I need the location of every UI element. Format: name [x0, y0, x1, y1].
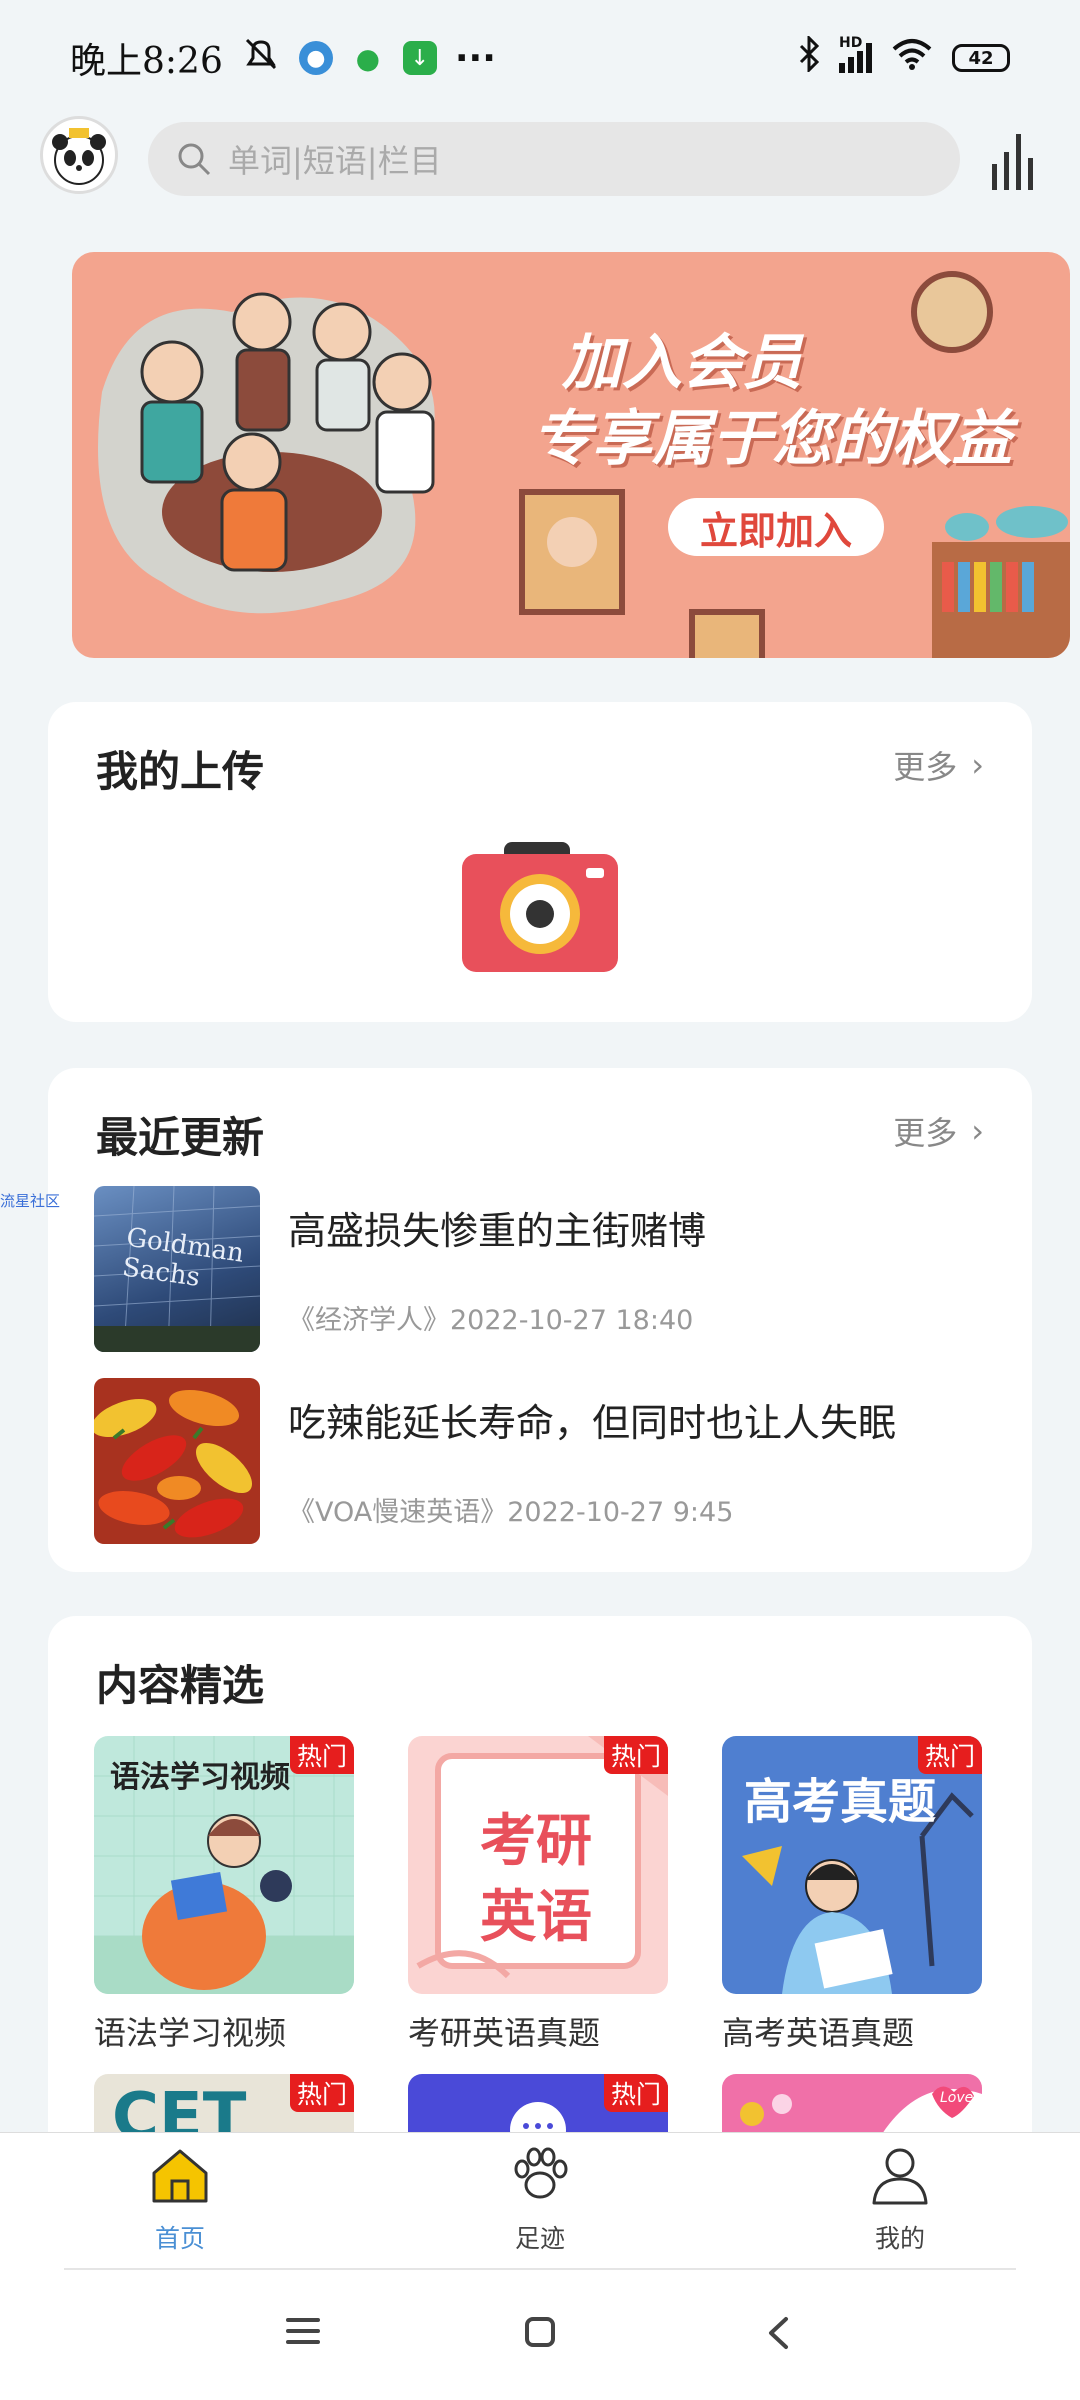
recent-more-label: 更多: [893, 1114, 958, 1152]
uploads-more-link[interactable]: 更多 ›: [893, 742, 984, 788]
nav-mine[interactable]: 我的: [840, 2145, 960, 2255]
mute-icon: [241, 36, 281, 81]
battery-indicator: 42: [952, 44, 1010, 72]
nav-footprints[interactable]: 足迹: [480, 2145, 600, 2255]
hot-badge: 热门: [604, 1736, 668, 1774]
search-bar[interactable]: 单词|短语|栏目: [148, 122, 960, 196]
hot-badge: 热门: [290, 1736, 354, 1774]
tile-image: 高考真题 热门: [722, 1736, 982, 1994]
bluetooth-icon: [797, 33, 821, 81]
featured-tile-gaokao[interactable]: 高考真题 热门 高考英语真题: [722, 1736, 982, 2054]
tile-art-text: CET: [112, 2080, 247, 2134]
tile-image: 考研 英语 热门: [408, 1736, 668, 1994]
news-thumbnail: [94, 1378, 260, 1544]
system-navigation-bar: [0, 2272, 1080, 2400]
hot-badge: 热门: [604, 2074, 668, 2112]
tile-art-text-line2: 英语: [480, 1885, 592, 1950]
tile-art-text-line1: 考研: [480, 1809, 592, 1874]
news-item[interactable]: 吃辣能延长寿命，但同时也让人失眠 《VOA慢速英语》2022-10-27 9:4…: [94, 1378, 994, 1546]
tile-image: 语法学习视频 热门: [94, 1736, 354, 1994]
user-icon: [872, 2148, 928, 2205]
status-bar: 晚上8:26 ● ● ↓ ··· HD 42: [0, 0, 1080, 116]
network-type: HD: [839, 35, 863, 51]
featured-tile-cet[interactable]: CET 热门: [94, 2074, 354, 2134]
news-meta: 《VOA慢速英语》2022-10-27 9:45: [288, 1497, 734, 1528]
news-thumbnail: Goldman Sachs: [94, 1186, 260, 1352]
featured-title: 内容精选: [96, 1661, 265, 1710]
bottom-navigation: 首页 足迹 我的: [0, 2132, 1080, 2272]
chevron-right-icon: ›: [971, 746, 984, 784]
status-time: 晚上8:26: [70, 41, 223, 82]
panda-avatar-icon: [52, 128, 106, 185]
rankings-icon[interactable]: [990, 134, 1038, 192]
featured-tile-love[interactable]: Love: [722, 2074, 982, 2134]
featured-tile-grammar[interactable]: 语法学习视频 热门 语法学习视频: [94, 1736, 354, 2054]
paw-icon: [514, 2147, 568, 2199]
nav-home[interactable]: 首页: [120, 2145, 240, 2255]
floating-community-tag[interactable]: 流星社区: [0, 1190, 60, 1211]
tile-label: 考研英语真题: [408, 2014, 601, 2052]
membership-banner[interactable]: 加入会员 专享属于您的权益 立即加入: [72, 252, 1070, 658]
camera-upload-icon[interactable]: [462, 842, 618, 972]
nav-footprints-label: 足迹: [514, 2224, 565, 2253]
recent-updates-card: 最近更新 更多 › Goldman Sachs 高盛损失惨重的主街赌博 《经济学…: [48, 1068, 1032, 1572]
tile-art-text: 语法学习视频: [110, 1760, 290, 1795]
home-icon: [152, 2149, 208, 2203]
news-title: 吃辣能延长寿命，但同时也让人失眠: [288, 1401, 897, 1445]
news-item[interactable]: Goldman Sachs 高盛损失惨重的主街赌博 《经济学人》2022-10-…: [94, 1186, 994, 1354]
news-title: 高盛损失惨重的主街赌博: [288, 1209, 707, 1253]
nav-mine-label: 我的: [874, 2224, 925, 2253]
avatar[interactable]: [40, 116, 118, 194]
recent-title: 最近更新: [96, 1113, 265, 1162]
tile-label: 语法学习视频: [94, 2014, 287, 2052]
chevron-right-icon: ›: [971, 1112, 984, 1150]
signal-icon: HD: [839, 35, 872, 73]
browser-app-icon: ●: [298, 41, 333, 75]
search-placeholder: 单词|短语|栏目: [228, 142, 442, 180]
wifi-icon: [890, 37, 934, 80]
featured-tile-chat[interactable]: 热门: [408, 2074, 668, 2134]
tile-art-text: 高考真题: [744, 1774, 937, 1830]
tile-label: 高考英语真题: [722, 2014, 915, 2052]
recent-more-link[interactable]: 更多 ›: [893, 1108, 984, 1154]
uploads-title: 我的上传: [96, 747, 265, 796]
featured-tile-kaoyan[interactable]: 考研 英语 热门 考研英语真题: [408, 1736, 668, 2054]
hot-badge: 热门: [290, 2074, 354, 2112]
nav-home-label: 首页: [154, 2224, 205, 2253]
nav-divider: [64, 2268, 1016, 2270]
banner-title-line1: 加入会员: [562, 328, 802, 398]
my-uploads-card: 我的上传 更多 ›: [48, 702, 1032, 1022]
more-notifications: ···: [454, 37, 496, 79]
download-icon: ↓: [402, 41, 437, 75]
back-icon[interactable]: [766, 2316, 790, 2350]
recent-apps-icon[interactable]: [286, 2316, 320, 2346]
hot-badge: 热门: [918, 1736, 982, 1774]
home-button-icon[interactable]: [524, 2316, 556, 2348]
join-now-button[interactable]: 立即加入: [668, 498, 884, 556]
wechat-icon: ●: [355, 41, 381, 75]
news-meta: 《经济学人》2022-10-27 18:40: [288, 1305, 694, 1336]
search-icon: [178, 143, 211, 176]
uploads-more-label: 更多: [893, 748, 958, 786]
banner-title-line2: 专享属于您的权益: [532, 404, 1012, 474]
tile-art-text: Love: [940, 2090, 974, 2106]
